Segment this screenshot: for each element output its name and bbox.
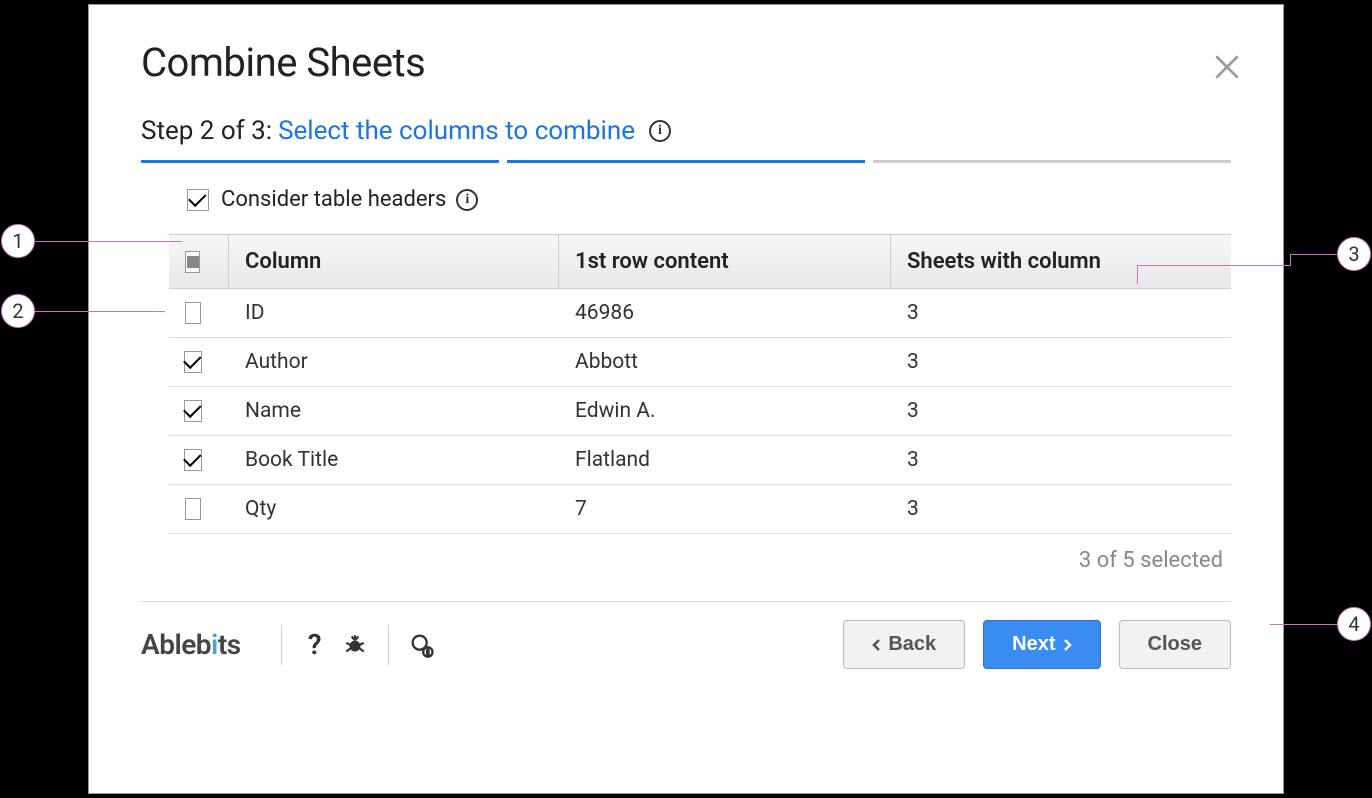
header-sheets[interactable]: Sheets with column [891, 235, 1199, 288]
leader-line [35, 241, 182, 242]
info-icon[interactable]: i [456, 189, 478, 211]
cell-first-row: Abbott [559, 338, 891, 386]
table-row[interactable]: NameEdwin A.3 [169, 387, 1231, 436]
cell-sheets: 3 [891, 436, 1199, 484]
divider [281, 625, 282, 665]
dialog-panel: Combine Sheets Step 2 of 3: Select the c… [88, 4, 1284, 794]
next-button[interactable]: Next [983, 620, 1100, 669]
step-heading: Step 2 of 3: Select the columns to combi… [89, 98, 1283, 154]
table-row[interactable]: ID469863 [169, 289, 1231, 338]
close-label: Close [1148, 633, 1202, 656]
progress-seg-3 [873, 160, 1231, 163]
info-icon[interactable]: i [649, 120, 671, 142]
back-button[interactable]: Back [843, 620, 965, 669]
bug-icon[interactable] [340, 630, 370, 660]
header-column[interactable]: Column [229, 235, 559, 288]
leader-line [1290, 254, 1337, 255]
row-checkbox[interactable] [184, 449, 202, 471]
cell-column: Book Title [229, 436, 559, 484]
cell-first-row: 46986 [559, 289, 891, 337]
cell-sheets: 3 [891, 338, 1199, 386]
header-first-row[interactable]: 1st row content [559, 235, 891, 288]
cell-first-row: 7 [559, 485, 891, 533]
step-label: Select the columns to combine [278, 116, 635, 146]
cell-first-row: Flatland [559, 436, 891, 484]
leader-line [1270, 624, 1337, 625]
leader-line [1137, 265, 1138, 284]
cell-first-row: Edwin A. [559, 387, 891, 435]
leader-line [1290, 254, 1291, 266]
consider-headers-option: Consider table headers i [89, 163, 1283, 226]
annotation-1: 1 [1, 224, 35, 258]
close-icon[interactable] [1211, 51, 1243, 83]
table-row[interactable]: Book TitleFlatland3 [169, 436, 1231, 485]
select-all-header [169, 235, 229, 288]
cell-column: Qty [229, 485, 559, 533]
progress-seg-2 [507, 160, 865, 163]
leader-line [35, 311, 165, 312]
row-checkbox[interactable] [185, 302, 201, 324]
row-checkbox[interactable] [184, 400, 202, 422]
consider-headers-checkbox[interactable] [187, 189, 209, 211]
footer: Ablebits ? i [89, 602, 1283, 687]
progress-seg-1 [141, 160, 499, 163]
cell-column: Name [229, 387, 559, 435]
annotation-2: 2 [1, 294, 35, 328]
leader-line [1137, 265, 1290, 266]
brand-logo: Ablebits [141, 628, 241, 661]
row-checkbox[interactable] [184, 351, 202, 373]
help-icon[interactable]: ? [300, 630, 330, 660]
cell-column: Author [229, 338, 559, 386]
progress-bar [141, 160, 1231, 163]
cell-column: ID [229, 289, 559, 337]
table-row[interactable]: AuthorAbbott3 [169, 338, 1231, 387]
search-info-icon[interactable]: i [407, 630, 437, 660]
next-label: Next [1012, 633, 1055, 656]
select-all-checkbox[interactable] [185, 251, 200, 273]
table-header-row: Column 1st row content Sheets with colum… [169, 234, 1231, 289]
table-row[interactable]: Qty73 [169, 485, 1231, 534]
cell-sheets: 3 [891, 387, 1199, 435]
cell-sheets: 3 [891, 289, 1199, 337]
consider-headers-label: Consider table headers [221, 187, 446, 212]
dialog-title: Combine Sheets [89, 5, 1283, 98]
divider [388, 625, 389, 665]
step-prefix: Step 2 of 3: [141, 116, 272, 146]
back-label: Back [888, 633, 936, 656]
columns-table: Column 1st row content Sheets with colum… [169, 234, 1231, 534]
annotation-3: 3 [1337, 237, 1371, 271]
row-checkbox[interactable] [185, 498, 201, 520]
cell-sheets: 3 [891, 485, 1199, 533]
annotation-4: 4 [1337, 607, 1371, 641]
selection-count: 3 of 5 selected [89, 548, 1223, 573]
close-button[interactable]: Close [1119, 620, 1231, 669]
